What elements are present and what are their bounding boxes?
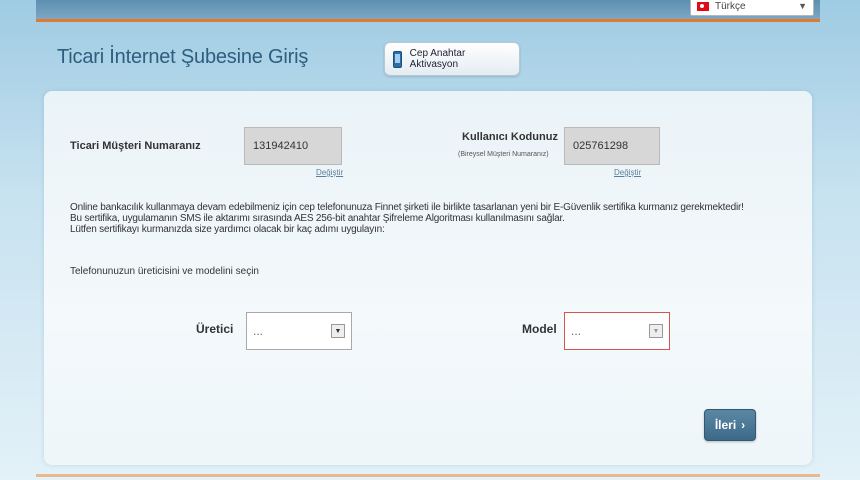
page-title: Ticari İnternet Şubesine Giriş <box>57 46 309 68</box>
model-value: ... <box>571 324 582 338</box>
info-line-1: Online bankacılık kullanmaya devam edebi… <box>70 202 744 213</box>
turkey-flag-icon <box>697 1 709 11</box>
chevron-down-icon: ▼ <box>649 324 663 338</box>
info-text: Online bankacılık kullanmaya devam edebi… <box>70 202 790 235</box>
next-button[interactable]: İleri › <box>704 409 756 441</box>
select-prompt: Telefonunuzun üreticisini ve modelini se… <box>70 266 259 277</box>
language-label: Türkçe <box>715 0 746 12</box>
bottom-divider <box>36 474 820 477</box>
chevron-right-icon: › <box>741 418 746 432</box>
model-label: Model <box>522 322 557 336</box>
manufacturer-label: Üretici <box>196 322 234 336</box>
top-bar: Türkçe ▼ <box>36 0 820 22</box>
chevron-down-icon: ▼ <box>798 1 807 11</box>
user-code-field: 025761298 <box>564 127 660 165</box>
language-select[interactable]: Türkçe ▼ <box>690 0 814 16</box>
user-code-label: Kullanıcı Kodunuz <box>462 131 558 143</box>
user-change-link[interactable]: Değiştir <box>614 168 641 177</box>
user-code-sublabel: (Bireysel Müşteri Numaranız) <box>458 151 549 158</box>
customer-number-field: 131942410 <box>244 127 342 165</box>
info-line-3: Lütfen sertifikayı kurmanızda size yardı… <box>70 224 385 235</box>
phone-icon <box>393 50 402 68</box>
customer-change-link[interactable]: Değiştir <box>316 168 343 177</box>
chevron-down-icon: ▼ <box>331 324 345 338</box>
activation-button[interactable]: Cep Anahtar Aktivasyon <box>384 42 520 76</box>
activation-button-label: Cep Anahtar Aktivasyon <box>409 48 466 70</box>
model-select[interactable]: ... ▼ <box>564 312 670 350</box>
info-line-2: Bu sertifika, uygulamanın SMS ile aktarı… <box>70 213 565 224</box>
customer-number-label: Ticari Müşteri Numaranız <box>70 140 201 152</box>
next-button-label: İleri <box>714 418 737 432</box>
manufacturer-select[interactable]: ... ▼ <box>246 312 352 350</box>
manufacturer-value: ... <box>253 324 264 338</box>
